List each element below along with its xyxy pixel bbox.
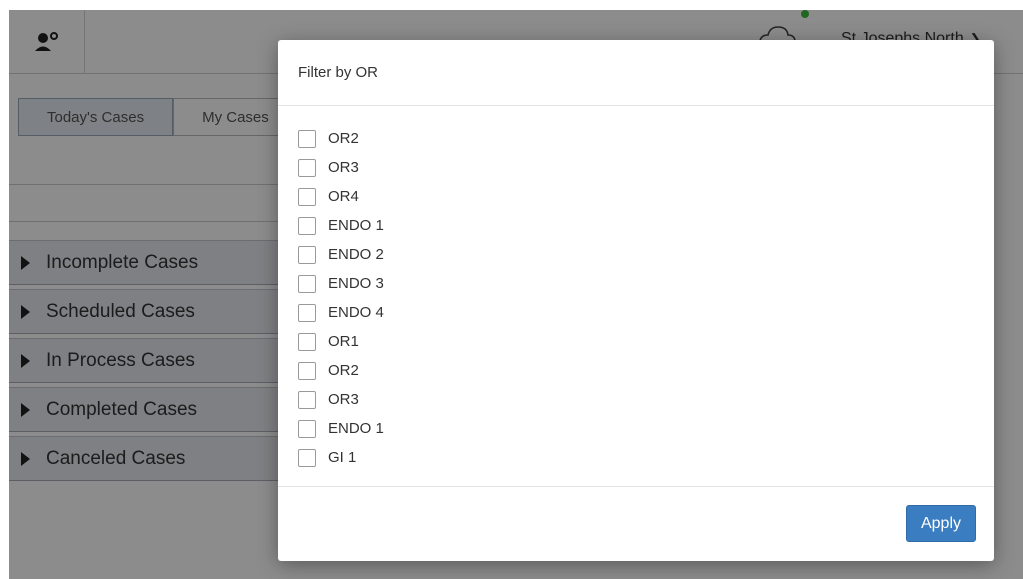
checkbox[interactable] bbox=[298, 303, 316, 322]
or-option[interactable]: ENDO 1 bbox=[298, 414, 994, 443]
checkbox[interactable] bbox=[298, 390, 316, 409]
or-option[interactable]: OR3 bbox=[298, 153, 994, 182]
dialog-title: Filter by OR bbox=[298, 64, 379, 81]
or-option[interactable]: OR4 bbox=[298, 182, 994, 211]
or-option[interactable]: OR3 bbox=[298, 385, 994, 414]
checkbox[interactable] bbox=[298, 361, 316, 380]
option-label: ENDO 1 bbox=[328, 420, 384, 437]
option-label: GI 1 bbox=[328, 449, 357, 466]
apply-button[interactable]: Apply bbox=[906, 505, 976, 542]
option-label: OR3 bbox=[328, 391, 359, 408]
or-option[interactable]: ENDO 2 bbox=[298, 240, 994, 269]
checkbox[interactable] bbox=[298, 332, 316, 351]
or-option[interactable]: ENDO 4 bbox=[298, 298, 994, 327]
app-window: St Josephs North ❯ Today's Cases My Cases… bbox=[0, 0, 1023, 579]
option-label: OR4 bbox=[328, 188, 359, 205]
filter-by-or-dialog: Filter by OR OR2 OR3 OR4 ENDO 1 ENDO 2 E… bbox=[278, 40, 994, 561]
or-option[interactable]: OR1 bbox=[298, 327, 994, 356]
checkbox[interactable] bbox=[298, 216, 316, 235]
checkbox[interactable] bbox=[298, 158, 316, 177]
or-option[interactable]: OR2 bbox=[298, 356, 994, 385]
option-label: ENDO 1 bbox=[328, 217, 384, 234]
checkbox[interactable] bbox=[298, 448, 316, 467]
or-option[interactable]: ENDO 3 bbox=[298, 269, 994, 298]
or-option[interactable]: ENDO 1 bbox=[298, 211, 994, 240]
option-label: OR2 bbox=[328, 362, 359, 379]
checkbox[interactable] bbox=[298, 187, 316, 206]
option-label: OR3 bbox=[328, 159, 359, 176]
or-option[interactable]: GI 1 bbox=[298, 443, 994, 472]
option-label: ENDO 2 bbox=[328, 246, 384, 263]
option-label: ENDO 3 bbox=[328, 275, 384, 292]
checkbox[interactable] bbox=[298, 129, 316, 148]
checkbox[interactable] bbox=[298, 274, 316, 293]
option-label: OR1 bbox=[328, 333, 359, 350]
dialog-footer: Apply bbox=[278, 487, 994, 561]
checkbox[interactable] bbox=[298, 245, 316, 264]
checkbox[interactable] bbox=[298, 419, 316, 438]
or-option[interactable]: OR2 bbox=[298, 124, 994, 153]
option-label: OR2 bbox=[328, 130, 359, 147]
option-label: ENDO 4 bbox=[328, 304, 384, 321]
or-options-list: OR2 OR3 OR4 ENDO 1 ENDO 2 ENDO 3 ENDO 4 … bbox=[278, 106, 994, 487]
dialog-header: Filter by OR bbox=[278, 40, 994, 106]
